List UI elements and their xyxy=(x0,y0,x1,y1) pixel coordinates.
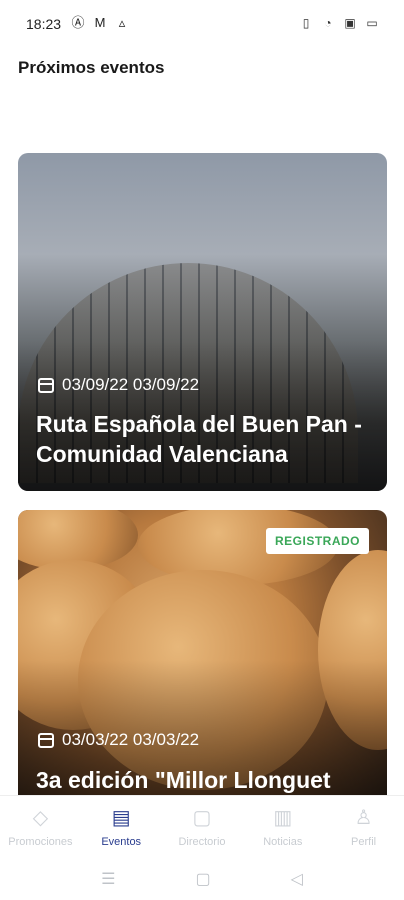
user-icon: ♙ xyxy=(354,806,373,829)
event-date: 03/03/22 03/03/22 xyxy=(38,730,199,750)
app-a-icon: Ⓐ xyxy=(71,15,85,30)
system-navigation-bar: ☰ ▢ ◁ xyxy=(0,857,404,900)
back-icon[interactable]: ◁ xyxy=(291,869,303,889)
page-title: Próximos eventos xyxy=(18,58,165,77)
tab-label: Noticias xyxy=(263,836,303,848)
tab-noticias[interactable]: ▥ Noticias xyxy=(242,796,323,858)
tab-label: Promociones xyxy=(8,836,73,848)
status-time: 18:23 xyxy=(26,16,62,32)
tab-directorio[interactable]: ▢ Directorio xyxy=(162,796,243,858)
wifi-icon: ◔ xyxy=(324,16,332,30)
calendar-icon xyxy=(38,377,54,393)
event-date-text: 03/09/22 03/09/22 xyxy=(62,375,200,394)
event-card[interactable]: REGISTRADO 03/03/22 03/03/22 3a edición … xyxy=(18,510,387,810)
event-title: 3a edición "Millor Llonguet xyxy=(36,767,331,793)
tab-label: Perfil xyxy=(351,836,377,848)
tag-icon: ◇ xyxy=(32,806,49,829)
status-left-icons: Ⓐ M ▵ xyxy=(70,15,130,31)
event-date: 03/09/22 03/09/22 xyxy=(38,375,199,395)
news-icon: ▥ xyxy=(273,806,293,829)
screen-icon: ▣ xyxy=(344,16,356,30)
event-card[interactable]: 03/09/22 03/09/22 Ruta Española del Buen… xyxy=(18,153,387,491)
tab-eventos[interactable]: ▤ Eventos xyxy=(81,796,162,858)
tab-promociones[interactable]: ◇ Promociones xyxy=(0,796,81,858)
tab-label: Eventos xyxy=(101,836,142,848)
tab-perfil[interactable]: ♙ Perfil xyxy=(323,796,404,858)
battery-icon: ▭ xyxy=(366,16,378,30)
status-right-icons: ▯ ◔ ▣ ▭ xyxy=(298,15,380,31)
directory-search-icon: ▢ xyxy=(192,806,212,829)
home-icon[interactable]: ▢ xyxy=(195,869,210,889)
calendar-list-icon: ▤ xyxy=(111,806,131,829)
event-title: Ruta Española del Buen Pan - Comunidad V… xyxy=(36,411,362,467)
calendar-icon xyxy=(38,732,54,748)
status-bar: 18:23 Ⓐ M ▵ ▯ ◔ ▣ ▭ xyxy=(0,0,404,48)
registered-badge: REGISTRADO xyxy=(265,528,369,554)
event-date-text: 03/03/22 03/03/22 xyxy=(62,730,200,749)
gmail-icon: M xyxy=(94,15,106,30)
tab-label: Directorio xyxy=(178,836,226,848)
bottom-navigation: ◇ Promociones ▤ Eventos ▢ Directorio ▥ N… xyxy=(0,795,404,858)
drive-icon: ▵ xyxy=(118,15,126,30)
menu-icon[interactable]: ☰ xyxy=(101,869,115,889)
vibrate-icon: ▯ xyxy=(302,16,310,30)
